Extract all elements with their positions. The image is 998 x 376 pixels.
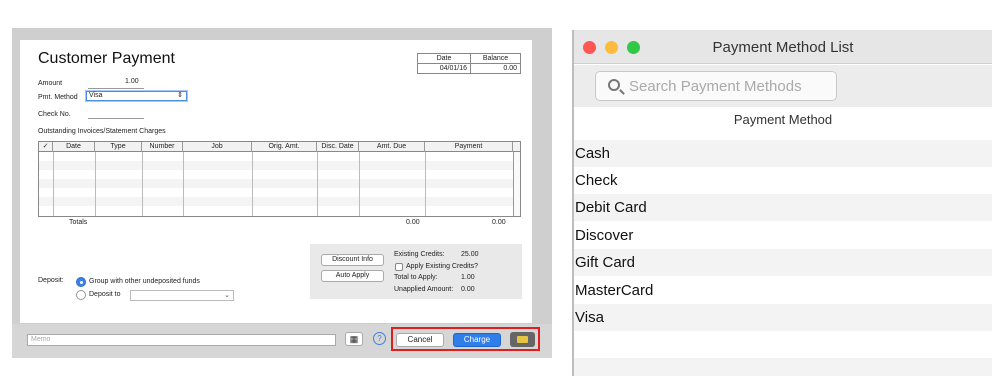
col-date[interactable]: Date	[53, 142, 95, 152]
page-title: Customer Payment	[38, 50, 175, 67]
amount-field[interactable]: 1.00	[125, 78, 139, 85]
list-item[interactable]: Gift Card	[574, 249, 992, 276]
unapplied-amount-value: 0.00	[461, 286, 475, 293]
total-to-apply-value: 1.00	[461, 274, 475, 281]
column-divider	[252, 152, 253, 216]
memo-input[interactable]: Memo	[27, 334, 336, 346]
list-item-empty	[574, 331, 992, 358]
cancel-button[interactable]: Cancel	[396, 333, 444, 347]
total-to-apply-label: Total to Apply:	[394, 274, 438, 281]
existing-credits-label: Existing Credits:	[394, 251, 445, 258]
title-bar: Payment Method List	[574, 30, 992, 64]
search-input[interactable]: Search Payment Methods	[595, 71, 837, 101]
col-job[interactable]: Job	[183, 142, 252, 152]
pmt-method-label: Pmt. Method	[38, 94, 78, 101]
invoices-table: ✓ Date Type Number Job Orig. Amt. Disc. …	[38, 141, 521, 217]
table-scrollbar[interactable]	[513, 152, 520, 216]
deposit-account-select[interactable]: ⌄	[130, 290, 234, 301]
list-item[interactable]: MasterCard	[574, 277, 992, 304]
charge-button[interactable]: Charge	[453, 333, 501, 347]
list-item[interactable]: Visa	[574, 304, 992, 331]
toolbar: Search Payment Methods	[574, 65, 992, 107]
payment-method-value: Visa	[89, 92, 103, 99]
date-balance-box: Date Balance 04/01/16 0.00	[417, 53, 521, 74]
calendar-icon[interactable]: ▦	[345, 332, 363, 346]
totals-amt-due: 0.00	[406, 219, 420, 226]
date-value[interactable]: 04/01/16	[417, 63, 471, 74]
col-disc-date[interactable]: Disc. Date	[317, 142, 359, 152]
column-divider	[359, 152, 360, 216]
existing-credits-value: 25.00	[461, 251, 479, 258]
payment-method-select[interactable]: Visa ⇕	[86, 91, 187, 101]
col-orig-amt[interactable]: Orig. Amt.	[252, 142, 317, 152]
list-item[interactable]: Check	[574, 167, 992, 194]
chevron-down-icon: ⌄	[224, 292, 230, 299]
payment-method-list-window: Payment Method List Search Payment Metho…	[572, 30, 992, 376]
apply-credits-label: Apply Existing Credits?	[406, 263, 478, 270]
col-amt-due[interactable]: Amt. Due	[359, 142, 425, 152]
amount-label: Amount	[38, 80, 63, 87]
date-header: Date	[417, 53, 471, 64]
balance-header: Balance	[470, 53, 521, 64]
table-row[interactable]	[39, 197, 513, 206]
totals-label: Totals	[69, 219, 88, 226]
column-header-payment-method[interactable]: Payment Method	[574, 112, 992, 127]
column-divider	[425, 152, 426, 216]
check-no-field[interactable]	[88, 118, 144, 119]
list-item[interactable]: Debit Card	[574, 194, 992, 221]
table-header: ✓ Date Type Number Job Orig. Amt. Disc. …	[39, 142, 520, 152]
table-row[interactable]	[39, 179, 513, 188]
search-icon	[608, 79, 620, 91]
totals-payment: 0.00	[492, 219, 506, 226]
apply-credits-checkbox[interactable]	[395, 263, 403, 271]
col-type[interactable]: Type	[95, 142, 142, 152]
column-divider	[183, 152, 184, 216]
list-item-empty	[574, 358, 992, 376]
list-item[interactable]: Cash	[574, 140, 992, 167]
check-no-label: Check No.	[38, 111, 71, 118]
amount-underline	[88, 88, 144, 89]
column-divider	[53, 152, 54, 216]
help-icon[interactable]: ?	[373, 332, 386, 345]
column-divider	[142, 152, 143, 216]
search-placeholder: Search Payment Methods	[629, 78, 802, 95]
column-divider	[95, 152, 96, 216]
window-title: Payment Method List	[712, 39, 854, 56]
group-funds-radio[interactable]	[76, 277, 86, 287]
auto-apply-button[interactable]: Auto Apply	[321, 270, 384, 282]
column-divider	[317, 152, 318, 216]
discount-info-button[interactable]: Discount Info	[321, 254, 384, 266]
unapplied-amount-label: Unapplied Amount:	[394, 286, 454, 293]
deposit-label: Deposit:	[38, 277, 64, 284]
credit-card-icon[interactable]	[510, 332, 535, 347]
outstanding-label: Outstanding Invoices/Statement Charges	[38, 128, 166, 135]
deposit-to-radio[interactable]	[76, 290, 86, 300]
col-payment[interactable]: Payment	[425, 142, 513, 152]
group-funds-label: Group with other undeposited funds	[89, 278, 200, 285]
balance-value: 0.00	[470, 63, 521, 74]
select-arrows-icon: ⇕	[177, 92, 183, 99]
col-check[interactable]: ✓	[39, 142, 53, 152]
col-number[interactable]: Number	[142, 142, 183, 152]
deposit-to-label: Deposit to	[89, 291, 121, 298]
list-item[interactable]: Discover	[574, 222, 992, 249]
table-row[interactable]	[39, 161, 513, 170]
